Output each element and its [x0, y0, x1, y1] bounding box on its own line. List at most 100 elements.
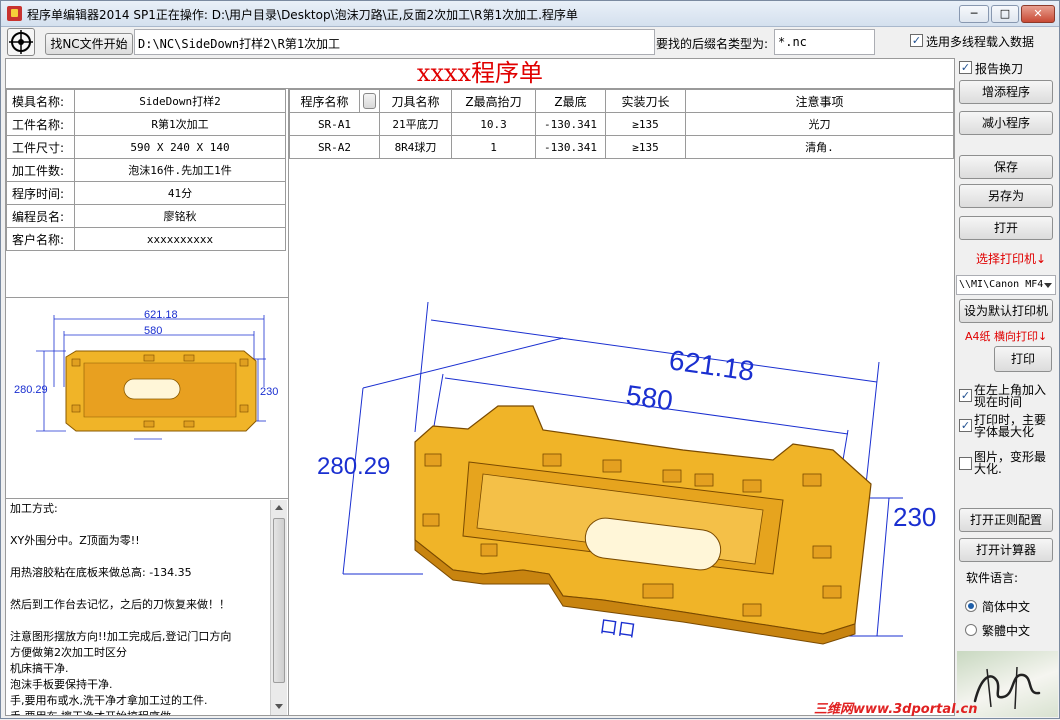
- info-value[interactable]: SideDown打样2: [74, 89, 286, 113]
- col-z-top[interactable]: Z最高抬刀: [451, 89, 536, 113]
- col-tool-length[interactable]: 实装刀长: [605, 89, 686, 113]
- col-z-bottom[interactable]: Z最底: [535, 89, 606, 113]
- info-key: 客户名称:: [6, 227, 75, 251]
- notes-line: 然后到工作台去记忆，之后的刀恢复来做！！: [10, 598, 230, 611]
- watermark: 三维网www.3dportal.cn: [814, 702, 978, 717]
- dim-280: 280.29: [317, 453, 390, 480]
- table-cell[interactable]: ≥135: [605, 112, 686, 136]
- info-key: 程序时间:: [6, 181, 75, 205]
- thumb-dim-4: 230: [260, 386, 278, 398]
- thumb-dim-2: 580: [144, 325, 162, 337]
- dim-580: 580: [624, 379, 675, 416]
- notes-line: 注意图形摆放方向!!加工完成后,登记门口方向: [10, 630, 232, 643]
- program-sheet: xxxx程序单 模具名称: SideDown打样2 工件名称: R第1次加工 工件尺寸:…: [5, 58, 955, 716]
- col-toggle-button[interactable]: [359, 89, 380, 113]
- scroll-thumb[interactable]: [273, 518, 285, 683]
- scroll-up-icon[interactable]: [275, 505, 283, 510]
- print-button[interactable]: 打印: [994, 346, 1052, 372]
- ext-input[interactable]: *.nc: [774, 29, 875, 55]
- notes-line: [10, 581, 265, 597]
- part-thumbnail[interactable]: 621.18 580 280.29 230: [14, 297, 280, 495]
- close-button[interactable]: ✕: [1021, 5, 1055, 23]
- print-mode-label: A4纸 横向打印↓: [965, 330, 1048, 343]
- table-cell[interactable]: -130.341: [535, 135, 606, 159]
- crosshair-icon[interactable]: [7, 28, 35, 56]
- notes-scrollbar[interactable]: [270, 500, 287, 715]
- thumb-dim-1: 621.18: [144, 309, 178, 321]
- maximize-font-label: 打印时，主要字体最大化: [974, 413, 1047, 439]
- image-stretch-label: 图片，变形最大化.: [974, 450, 1047, 476]
- table-cell[interactable]: 10.3: [451, 112, 536, 136]
- table-row[interactable]: SR-A1 21平底刀 10.3 -130.341 ≥135 光刀: [289, 112, 954, 136]
- app-icon: [7, 6, 22, 21]
- add-program-button[interactable]: 增添程序: [959, 80, 1053, 104]
- report-toolchange-checkbox[interactable]: [959, 61, 972, 74]
- dim-621: 621.18: [667, 344, 756, 387]
- dim-230: 230: [893, 502, 936, 532]
- table-row[interactable]: SR-A2 8R4球刀 1 -130.341 ≥135 清角.: [289, 135, 954, 159]
- report-toolchange-label: 报告换刀: [975, 62, 1024, 76]
- table-cell[interactable]: SR-A2: [289, 135, 380, 159]
- table-cell[interactable]: 21平底刀: [379, 112, 452, 136]
- multithread-checkbox[interactable]: [910, 34, 923, 47]
- info-value[interactable]: 泡沫16件.先加工1件: [74, 158, 286, 182]
- find-nc-button[interactable]: 找NC文件开始: [45, 33, 133, 55]
- info-value[interactable]: R第1次加工: [74, 112, 286, 136]
- table-cell[interactable]: ≥135: [605, 135, 686, 159]
- table-cell[interactable]: 光刀: [685, 112, 954, 136]
- info-value[interactable]: 廖铭秋: [74, 204, 286, 228]
- info-row: 客户名称: xxxxxxxxxx: [6, 227, 286, 251]
- add-time-label: 在左上角加入现在时间: [974, 383, 1047, 409]
- divider-vertical: [288, 89, 289, 715]
- open-regex-button[interactable]: 打开正则配置: [959, 508, 1053, 532]
- notes-textarea[interactable]: 加工方式: XY外围分中。Z顶面为零!! 用热溶胶粘在底板来做总高: -134.35…: [6, 499, 269, 715]
- col-notes[interactable]: 注意事项: [685, 89, 954, 113]
- sheet-title[interactable]: xxxx程序单: [6, 59, 954, 89]
- minimize-button[interactable]: ─: [959, 5, 989, 23]
- table-cell[interactable]: 8R4球刀: [379, 135, 452, 159]
- set-default-printer-button[interactable]: 设为默认打印机: [959, 299, 1053, 323]
- part-drawing[interactable]: 621.18 580 280.29 230 口口: [303, 274, 949, 679]
- info-value[interactable]: 41分: [74, 181, 286, 205]
- table-cell[interactable]: 清角.: [685, 135, 954, 159]
- open-button[interactable]: 打开: [959, 216, 1053, 240]
- info-value[interactable]: 590 X 240 X 140: [74, 135, 286, 159]
- multithread-label: 选用多线程载入数据: [926, 35, 1035, 49]
- col-program-name[interactable]: 程序名称: [289, 89, 360, 113]
- printer-select[interactable]: \\MI\Canon MF4: [956, 275, 1056, 295]
- col-tool-name[interactable]: 刀具名称: [379, 89, 452, 113]
- lang-traditional-radio[interactable]: [965, 624, 977, 636]
- notes-line: [10, 613, 265, 629]
- notes-line: 机床搞干净.: [10, 662, 69, 675]
- tool-table: 程序名称 刀具名称 Z最高抬刀 Z最底 实装刀长 注意事项 SR-A1 21平底刀…: [289, 89, 954, 159]
- notes-line: 手,要用布,擦干净才开始搞程序做.: [10, 709, 265, 715]
- remove-program-button[interactable]: 减小程序: [959, 111, 1053, 135]
- app-window: 程序单编辑器2014 SP1正在操作: D:\用户目录\Desktop\泡沫刀路…: [0, 0, 1060, 719]
- info-table: 模具名称: SideDown打样2 工件名称: R第1次加工 工件尺寸: 590 X 24…: [6, 89, 286, 251]
- info-row: 工件名称: R第1次加工: [6, 112, 286, 136]
- save-button[interactable]: 保存: [959, 155, 1053, 179]
- table-cell[interactable]: 1: [451, 135, 536, 159]
- window-title: 程序单编辑器2014 SP1正在操作: D:\用户目录\Desktop\泡沫刀路…: [27, 8, 578, 22]
- info-row: 程序时间: 41分: [6, 181, 286, 205]
- dim-bottom: 口口: [598, 616, 636, 641]
- chevron-down-icon: [1044, 283, 1052, 288]
- lang-simplified-radio[interactable]: [965, 600, 977, 612]
- nc-path-input[interactable]: D:\NC\SideDown打样2\R第1次加工: [134, 29, 655, 55]
- info-value[interactable]: xxxxxxxxxx: [74, 227, 286, 251]
- table-cell[interactable]: SR-A1: [289, 112, 380, 136]
- info-key: 模具名称:: [6, 89, 75, 113]
- save-as-button[interactable]: 另存为: [959, 184, 1053, 208]
- maximize-font-checkbox[interactable]: [959, 419, 972, 432]
- info-key: 工件名称:: [6, 112, 75, 136]
- maximize-button[interactable]: □: [991, 5, 1019, 23]
- open-calculator-button[interactable]: 打开计算器: [959, 538, 1053, 562]
- info-key: 编程员名:: [6, 204, 75, 228]
- notes-line: [10, 517, 265, 533]
- notes-line: [10, 549, 265, 565]
- thumb-dim-3: 280.29: [14, 384, 48, 396]
- table-cell[interactable]: -130.341: [535, 112, 606, 136]
- image-stretch-checkbox[interactable]: [959, 457, 972, 470]
- scroll-down-icon[interactable]: [275, 704, 283, 709]
- add-time-checkbox[interactable]: [959, 389, 972, 402]
